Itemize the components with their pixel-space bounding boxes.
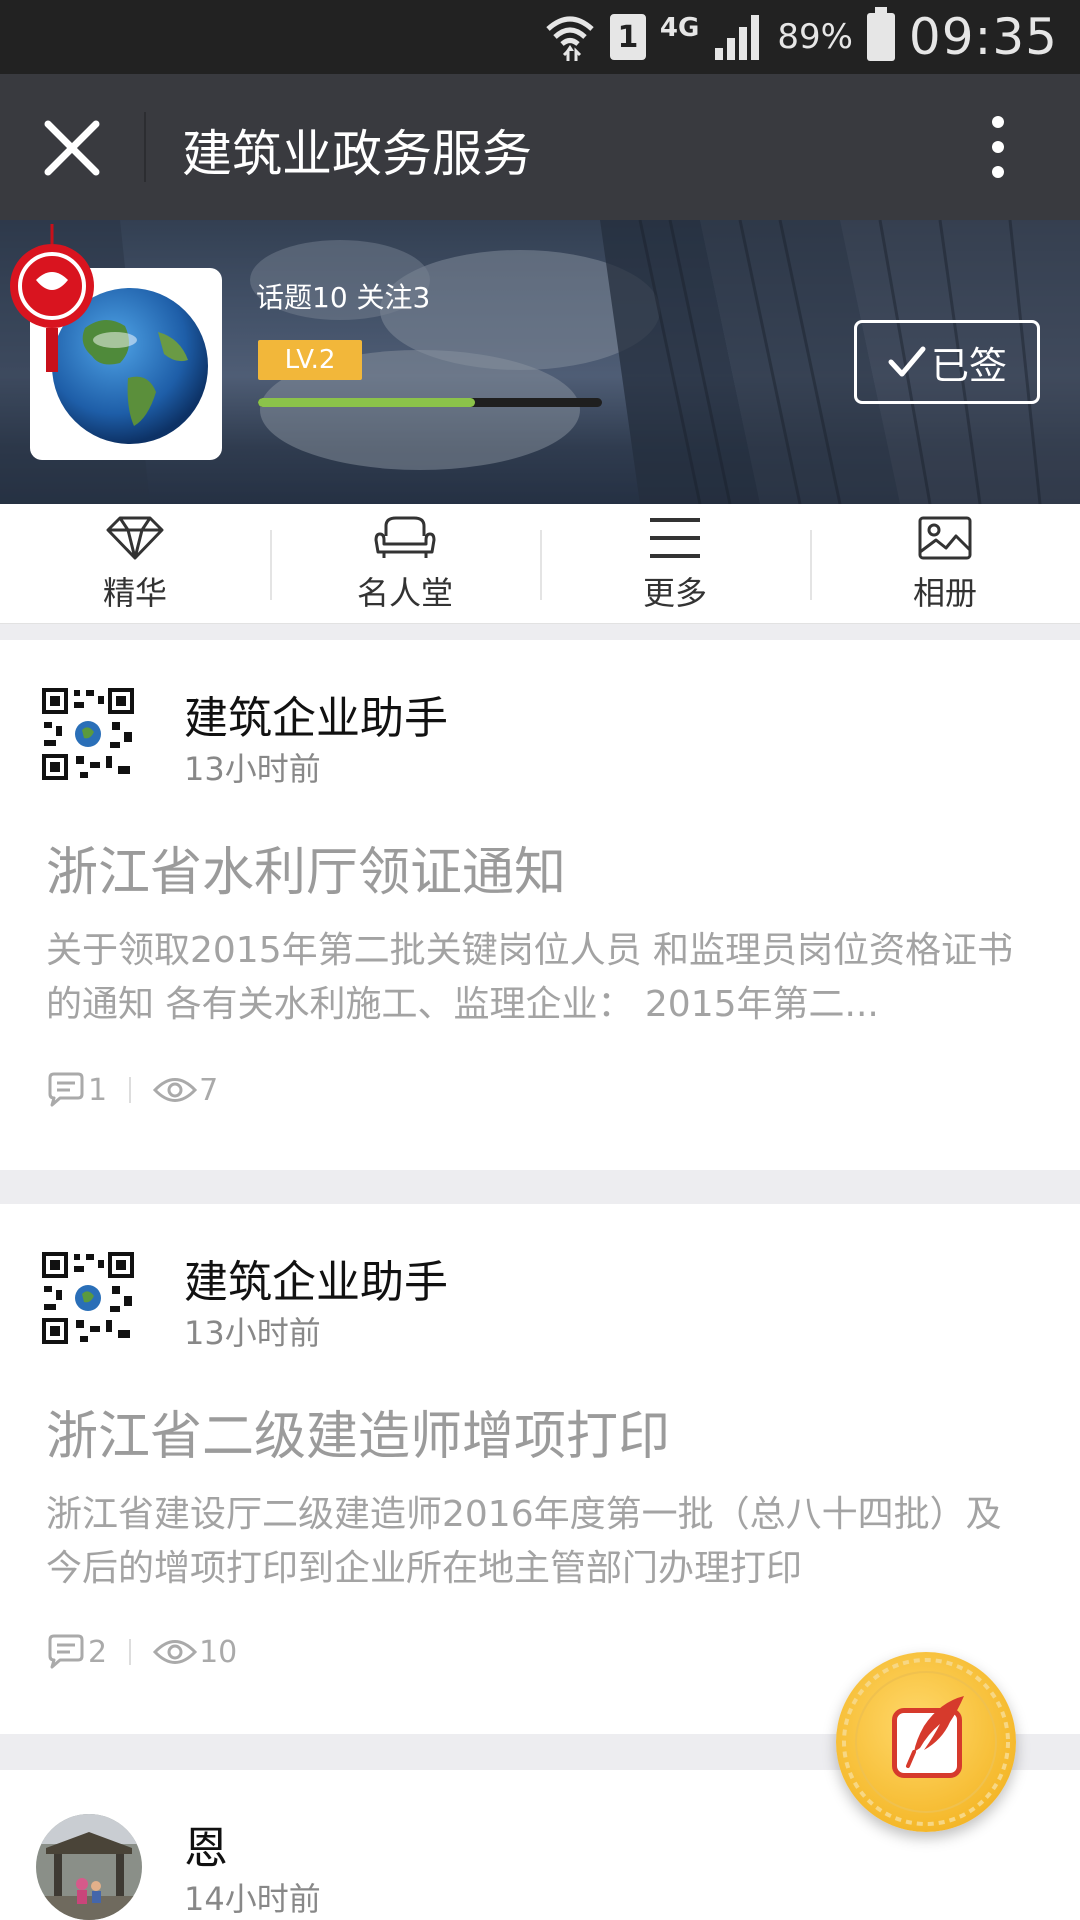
nav-album[interactable]: 相册 bbox=[810, 504, 1080, 623]
post-author[interactable]: 建筑企业助手 bbox=[184, 682, 448, 746]
chinese-knot-icon bbox=[10, 224, 94, 372]
community-header: 话题10 关注3 LV.2 已签 bbox=[0, 220, 1080, 504]
signal-icon bbox=[715, 15, 760, 60]
nav-featured-label: 精华 bbox=[102, 573, 167, 612]
network-type: 4G bbox=[659, 13, 700, 43]
post-meta: 2 10 bbox=[46, 1634, 237, 1670]
meta-divider bbox=[129, 1639, 132, 1665]
level-progress-bar bbox=[258, 398, 602, 407]
nav-hall-of-fame[interactable]: 名人堂 bbox=[270, 504, 540, 623]
battery-icon bbox=[866, 7, 895, 61]
quill-icon bbox=[906, 1696, 964, 1768]
sofa-icon bbox=[374, 516, 436, 558]
nav-hall-of-fame-label: 名人堂 bbox=[356, 573, 453, 612]
post-author[interactable]: 恩 bbox=[184, 1812, 228, 1876]
comment-count: 1 bbox=[88, 1072, 108, 1108]
post-title[interactable]: 浙江省二级建造师增项打印 bbox=[46, 1394, 670, 1469]
more-options-icon[interactable] bbox=[978, 114, 1018, 180]
comment-icon bbox=[48, 1072, 84, 1107]
sign-in-button[interactable]: 已签 bbox=[854, 320, 1040, 404]
comment-count: 2 bbox=[88, 1634, 108, 1670]
view-count: 10 bbox=[199, 1634, 238, 1670]
post-time: 13小时前 bbox=[184, 1314, 321, 1352]
app-bar: 建筑业政务服务 bbox=[0, 74, 1080, 220]
sign-in-label: 已签 bbox=[930, 343, 1007, 388]
level-progress-fill bbox=[258, 398, 475, 407]
menu-icon bbox=[650, 517, 700, 558]
post-author[interactable]: 建筑企业助手 bbox=[184, 1246, 448, 1310]
clock: 09:35 bbox=[908, 8, 1058, 66]
close-icon[interactable] bbox=[40, 118, 104, 178]
qr-avatar bbox=[40, 686, 136, 782]
topic-follow-stats: 话题10 关注3 bbox=[256, 281, 431, 314]
post-time: 13小时前 bbox=[184, 750, 321, 788]
view-count: 7 bbox=[199, 1072, 219, 1108]
post-card[interactable]: 建筑企业助手 13小时前 浙江省水利厅领证通知 关于领取2015年第二批关键岗位… bbox=[0, 640, 1080, 1170]
post-time: 14小时前 bbox=[184, 1880, 321, 1918]
post-excerpt: 关于领取2015年第二批关键岗位人员 和监理员岗位资格证书的通知 各有关水利施工… bbox=[46, 930, 1014, 1025]
sim-icon: 1 bbox=[609, 14, 646, 60]
diamond-icon bbox=[106, 516, 164, 559]
wifi-icon bbox=[546, 16, 594, 61]
check-icon bbox=[888, 346, 926, 377]
app-bar-divider bbox=[144, 112, 146, 182]
nav-more[interactable]: 更多 bbox=[540, 504, 810, 623]
level-badge: LV.2 bbox=[258, 340, 362, 380]
image-icon bbox=[918, 516, 972, 559]
nav-featured[interactable]: 精华 bbox=[0, 504, 270, 623]
qr-avatar bbox=[40, 1250, 136, 1346]
post-excerpt: 浙江省建设厅二级建造师2016年度第一批（总八十四批）及今后的增项打印到企业所在… bbox=[46, 1494, 1002, 1589]
battery-percent: 89% bbox=[777, 17, 853, 57]
post-meta: 1 7 bbox=[46, 1072, 218, 1108]
compose-post-button[interactable] bbox=[836, 1652, 1016, 1832]
quick-nav: 精华 名人堂 更多 相册 bbox=[0, 504, 1080, 624]
page-title: 建筑业政务服务 bbox=[182, 125, 532, 183]
post-title[interactable]: 浙江省水利厅领证通知 bbox=[46, 830, 566, 905]
comment-icon bbox=[48, 1634, 84, 1669]
nav-album-label: 相册 bbox=[912, 573, 977, 612]
user-avatar bbox=[36, 1814, 142, 1920]
status-bar: 1 4G 89% 09:35 bbox=[0, 0, 1080, 74]
eye-icon bbox=[153, 1640, 198, 1664]
eye-icon bbox=[153, 1078, 198, 1102]
meta-divider bbox=[129, 1077, 132, 1103]
nav-more-label: 更多 bbox=[642, 573, 707, 612]
